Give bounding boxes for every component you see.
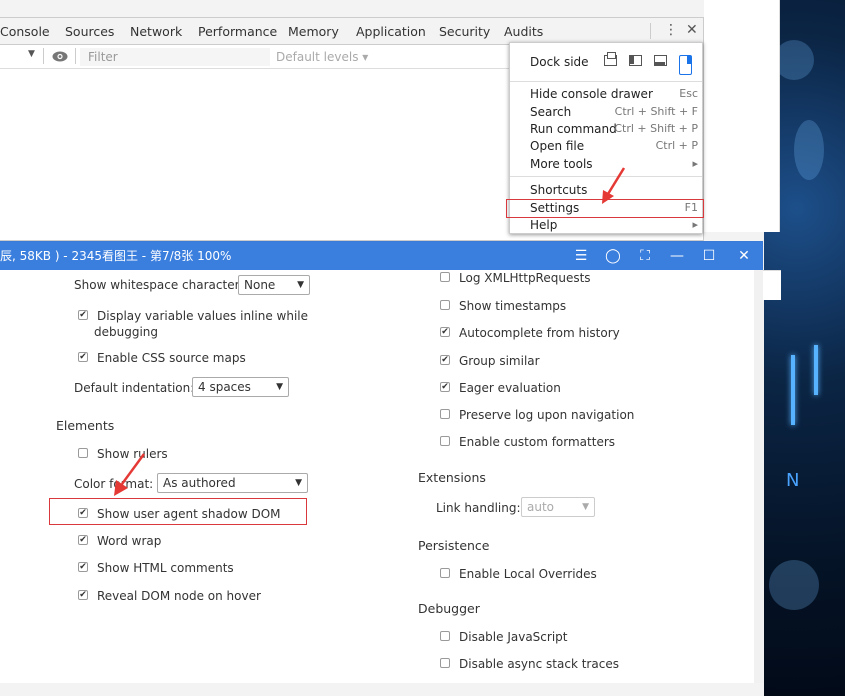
tab-audits[interactable]: Audits	[504, 24, 543, 39]
dock-left-icon[interactable]	[629, 55, 642, 66]
tab-performance[interactable]: Performance	[198, 24, 277, 39]
menu-item-run-command[interactable]: Run command Ctrl + Shift + P	[530, 121, 698, 137]
menu-item-hide-console-drawer[interactable]: Hide console drawer Esc	[530, 86, 698, 102]
menu-item-help[interactable]: Help ▸	[530, 217, 698, 233]
link-handling-select[interactable]: auto ▼	[521, 497, 595, 517]
autocomplete-checkbox[interactable]: ✔ Autocomplete from history	[440, 324, 620, 342]
bottom-background	[0, 683, 764, 696]
whitespace-select[interactable]: None ▼	[238, 275, 310, 295]
elements-heading: Elements	[56, 418, 115, 433]
viewer-minimize-icon[interactable]: —	[667, 242, 687, 270]
default-levels-dropdown[interactable]: Default levels ▾	[276, 48, 368, 66]
preserve-log-checkbox[interactable]: Preserve log upon navigation	[440, 406, 634, 424]
disable-js-checkbox[interactable]: Disable JavaScript	[440, 628, 567, 646]
filter-input[interactable]: Filter	[80, 48, 270, 66]
viewer-scrollbar[interactable]	[754, 270, 763, 683]
tab-memory[interactable]: Memory	[288, 24, 339, 39]
viewer-close-icon[interactable]: ✕	[734, 242, 754, 270]
shadow-dom-highlight-box	[49, 498, 307, 525]
viewer-skin-icon[interactable]: ◯	[603, 242, 623, 270]
tab-console[interactable]: Console	[0, 24, 50, 39]
context-dropdown-icon[interactable]: ▼	[28, 49, 35, 59]
tabbar-divider	[650, 23, 651, 39]
viewer-menu-icon[interactable]: ☰	[571, 242, 591, 270]
link-handling-label: Link handling:	[436, 501, 521, 515]
viewer-maximize-icon[interactable]: ☐	[699, 242, 719, 270]
debugger-heading: Debugger	[418, 601, 480, 616]
viewer-fullscreen-icon[interactable]: ⛶	[635, 242, 655, 270]
log-xhr-checkbox[interactable]: Log XMLHttpRequests	[440, 269, 591, 287]
custom-formatters-checkbox[interactable]: Enable custom formatters	[440, 433, 615, 451]
extensions-heading: Extensions	[418, 470, 486, 485]
timestamps-checkbox[interactable]: Show timestamps	[440, 297, 566, 315]
more-options-icon[interactable]: ⋮	[664, 22, 678, 38]
group-similar-checkbox[interactable]: ✔ Group similar	[440, 352, 540, 370]
red-arrow-annotation	[114, 453, 146, 496]
devtools-tabbar: Console Sources Network Performance Memo…	[0, 18, 703, 45]
disable-async-checkbox[interactable]: Disable async stack traces	[440, 655, 619, 673]
persistence-heading: Persistence	[418, 538, 490, 553]
red-arrow-annotation	[602, 167, 626, 204]
menu-separator	[510, 81, 702, 82]
dock-undock-icon[interactable]	[604, 52, 617, 66]
menu-item-open-file[interactable]: Open file Ctrl + P	[530, 138, 698, 154]
indentation-label: Default indentation:	[74, 381, 195, 395]
reveal-dom-checkbox[interactable]: ✔ Reveal DOM node on hover	[78, 587, 261, 605]
menu-item-search[interactable]: Search Ctrl + Shift + F	[530, 104, 698, 120]
indentation-select[interactable]: 4 spaces ▼	[192, 377, 289, 397]
local-overrides-checkbox[interactable]: Enable Local Overrides	[440, 565, 597, 583]
close-devtools-icon[interactable]: ✕	[686, 22, 698, 38]
css-source-maps-checkbox[interactable]: ✔ Enable CSS source maps	[78, 349, 246, 367]
dock-right-icon[interactable]	[679, 55, 692, 75]
eager-eval-checkbox[interactable]: ✔ Eager evaluation	[440, 379, 561, 397]
tab-application[interactable]: Application	[356, 24, 426, 39]
viewer-titlebar: 辰, 58KB ) - 2345看图王 - 第7/8张 100% ☰ ◯ ⛶ —…	[0, 242, 762, 270]
eye-icon[interactable]	[52, 51, 68, 62]
tab-security[interactable]: Security	[439, 24, 490, 39]
toolbar-divider	[75, 48, 76, 64]
toolbar-divider	[43, 48, 44, 64]
tab-network[interactable]: Network	[130, 24, 182, 39]
inline-values-label-cont: debugging	[94, 325, 159, 339]
tab-sources[interactable]: Sources	[65, 24, 114, 39]
html-comments-checkbox[interactable]: ✔ Show HTML comments	[78, 559, 234, 577]
viewer-title: 辰, 58KB ) - 2345看图王 - 第7/8张 100%	[0, 249, 232, 263]
dock-bottom-icon[interactable]	[654, 55, 667, 66]
whitespace-label: Show whitespace characters:	[74, 278, 250, 292]
color-format-select[interactable]: As authored ▼	[157, 473, 308, 493]
devtools-background	[704, 0, 780, 232]
devtools-background-strip	[763, 270, 781, 300]
word-wrap-checkbox[interactable]: ✔ Word wrap	[78, 532, 161, 550]
